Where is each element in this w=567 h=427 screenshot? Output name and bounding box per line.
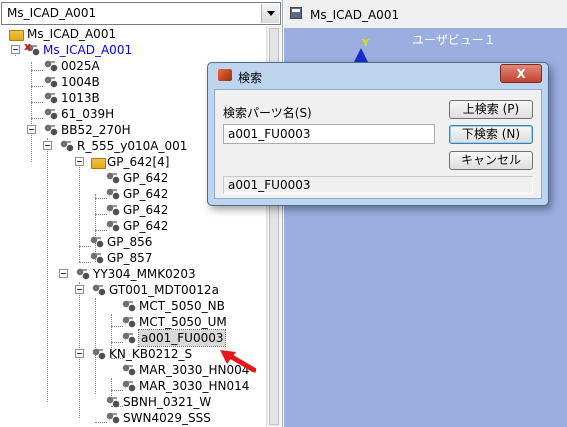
folder-icon: [9, 30, 24, 41]
tree-node-label: GP_642: [123, 187, 169, 201]
part-icon: [43, 58, 59, 74]
part-name-label: 検索パーツ名(S): [223, 106, 312, 120]
tree-node-label: GP_856: [107, 235, 153, 249]
part-icon: [105, 202, 121, 218]
search-dialog: 検索 X 検索パーツ名(S) a001_FU0003 上検索 (P) 下検索 (…: [207, 62, 549, 206]
collapse-toggle[interactable]: [43, 141, 52, 150]
tree-node-label: 0025A: [61, 59, 100, 73]
tree-node-label: GP_642: [123, 203, 169, 217]
close-button[interactable]: X: [500, 64, 542, 83]
folder-open-icon: [91, 158, 106, 169]
part-icon: [121, 330, 137, 346]
view-name-label: ユーザビュー１: [412, 33, 496, 47]
collapse-toggle[interactable]: [75, 349, 84, 358]
dialog-body: 検索パーツ名(S) a001_FU0003 上検索 (P) 下検索 (N) キャ…: [214, 89, 542, 199]
model-selector-dropdown[interactable]: Ms_ICAD_A001: [1, 2, 281, 25]
collapse-toggle[interactable]: [11, 45, 20, 54]
collapse-toggle[interactable]: [75, 157, 84, 166]
cancel-button[interactable]: キャンセル: [449, 151, 533, 170]
chevron-down-icon[interactable]: [261, 4, 279, 23]
y-axis-arrow-icon: [354, 48, 368, 62]
part-icon: [105, 186, 121, 202]
part-icon: [105, 170, 121, 186]
red-arrow-icon: [220, 350, 256, 373]
assembly-icon: [91, 282, 107, 298]
tree-node-label: R_555_y010A_001: [77, 139, 188, 153]
tree-node-label: MCT_5050_NB: [139, 299, 225, 313]
search-up-button[interactable]: 上検索 (P): [449, 100, 533, 119]
tree-node-label: SWN4029_SSS: [123, 411, 211, 425]
tree-node-label: GP_642[4]: [107, 155, 170, 169]
assembly-icon: x: [24, 40, 41, 58]
collapse-toggle[interactable]: [27, 125, 36, 134]
tree-node-label: GT001_MDT0012a: [109, 283, 219, 297]
tree-node-label: YY304_MMK0203: [93, 267, 196, 281]
search-dialog-icon: [218, 69, 232, 81]
tree-node-label: 1013B: [61, 91, 100, 105]
collapse-toggle[interactable]: [59, 269, 68, 278]
part-icon: [43, 106, 59, 122]
part-icon: [89, 234, 105, 250]
part-icon: [121, 362, 137, 378]
part-icon: [105, 394, 121, 410]
part-icon: [105, 218, 121, 234]
tree-node-label: BB52_270H: [61, 123, 131, 137]
part-icon: [43, 90, 59, 106]
tree-node-label: 61_039H: [61, 107, 115, 121]
tree-node-label: 1004B: [61, 75, 100, 89]
viewport-title: Ms_ICAD_A001: [310, 8, 400, 22]
part-name-input[interactable]: a001_FU0003: [223, 124, 435, 144]
model-selector-value: Ms_ICAD_A001: [7, 6, 97, 20]
part-icon: [43, 74, 59, 90]
tree-node-label: SBNH_0321_W: [123, 395, 212, 409]
tree-node-label: MCT_5050_UM: [139, 315, 227, 329]
search-down-button[interactable]: 下検索 (N): [449, 125, 533, 144]
viewport-title-bar: Ms_ICAD_A001: [284, 0, 567, 28]
tree-node-label: GP_857: [107, 251, 153, 265]
part-icon: [121, 378, 137, 394]
assembly-icon: [59, 138, 75, 154]
tree-node-label: Ms_ICAD_A001: [27, 27, 117, 41]
collapse-toggle[interactable]: [75, 285, 84, 294]
tree-node-label: GP_642: [123, 219, 169, 233]
assembly-icon: [91, 346, 107, 362]
tree-node-label: KN_KB0212_S: [109, 347, 193, 361]
tree-node-label: a001_FU0003: [137, 329, 227, 347]
assembly-icon: [75, 266, 91, 282]
dialog-title: 検索: [238, 71, 263, 85]
window-icon: [290, 7, 302, 19]
status-field: a001_FU0003: [223, 176, 533, 194]
tree-node-label: GP_642: [123, 171, 169, 185]
part-icon: [89, 250, 105, 266]
part-icon: [121, 314, 137, 330]
tree-node-label: Ms_ICAD_A001: [43, 43, 133, 57]
part-icon: [121, 298, 137, 314]
assembly-icon: [43, 122, 59, 138]
tree-node-label: MAR_3030_HN014: [139, 379, 250, 393]
part-icon: [105, 410, 121, 426]
